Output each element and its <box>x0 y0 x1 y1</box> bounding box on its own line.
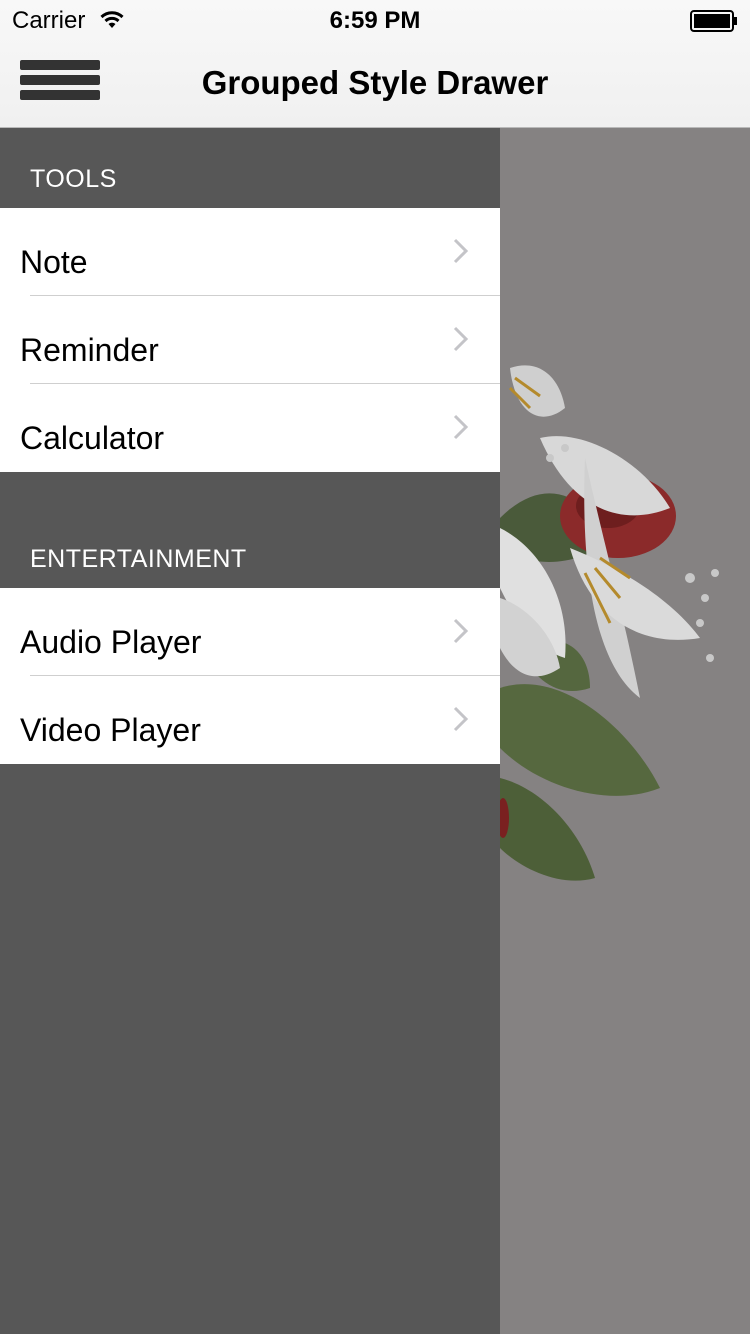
status-bar: Carrier 6:59 PM <box>0 0 750 40</box>
drawer-item-calculator[interactable]: Calculator <box>0 384 500 472</box>
section-header-entertainment: ENTERTAINMENT <box>30 545 247 573</box>
drawer-item-label: Calculator <box>20 420 165 456</box>
drawer-item-label: Note <box>20 244 88 280</box>
drawer-item-audio-player[interactable]: Audio Player <box>0 588 500 676</box>
drawer-item-label: Reminder <box>20 332 159 368</box>
drawer-item-label: Audio Player <box>20 624 202 660</box>
main-content-dimmed[interactable] <box>500 128 750 1334</box>
chevron-right-icon <box>453 618 469 644</box>
chevron-right-icon <box>453 238 469 264</box>
battery-icon <box>690 10 737 32</box>
section-header-tools: TOOLS <box>30 165 117 193</box>
side-drawer: TOOLS Note Reminder Calculator ENTERTAIN… <box>0 128 500 1334</box>
chevron-right-icon <box>453 706 469 732</box>
drawer-item-video-player[interactable]: Video Player <box>0 676 500 764</box>
drawer-item-label: Video Player <box>20 712 201 748</box>
chevron-right-icon <box>453 326 469 352</box>
chevron-right-icon <box>453 414 469 440</box>
page-title: Grouped Style Drawer <box>201 64 549 101</box>
flower-bouquet-image <box>500 365 719 881</box>
status-time: 6:59 PM <box>329 7 421 34</box>
navigation-bar: Carrier 6:59 PM Grouped Style Drawer <box>0 0 750 128</box>
drawer-item-note[interactable]: Note <box>0 208 500 296</box>
drawer-item-reminder[interactable]: Reminder <box>0 296 500 384</box>
